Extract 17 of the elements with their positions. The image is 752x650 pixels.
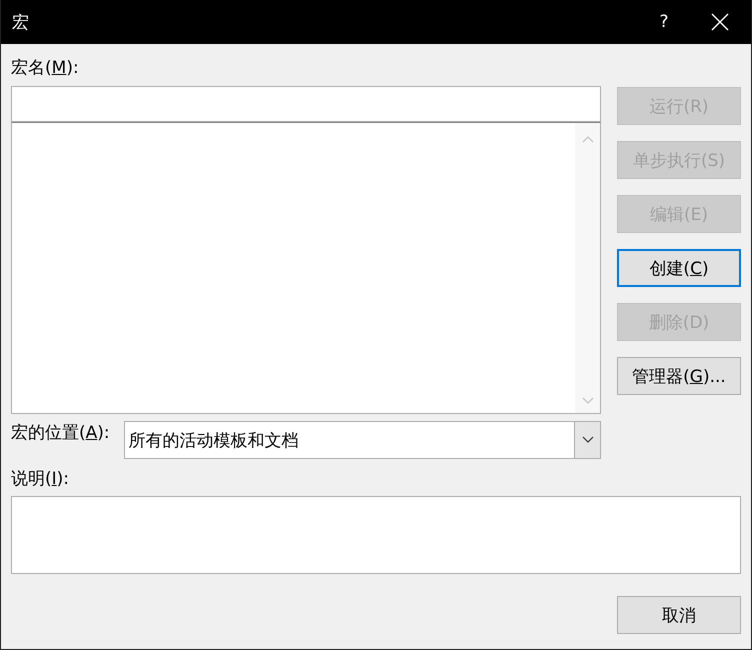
location-label: 宏的位置(A): bbox=[11, 422, 110, 445]
description-label: 说明(I): bbox=[11, 468, 70, 491]
dialog-button[interactable]: 创建(C) bbox=[617, 249, 741, 287]
dialog-button[interactable]: 管理器(G)... bbox=[617, 357, 741, 395]
close-icon bbox=[711, 13, 729, 31]
cancel-button[interactable]: 取消 bbox=[617, 596, 741, 634]
window-title: 宏 bbox=[12, 12, 29, 34]
chevron-down-icon bbox=[582, 436, 594, 444]
macro-name-field[interactable] bbox=[11, 86, 601, 122]
help-button[interactable]: ? bbox=[639, 0, 689, 44]
location-dropdown[interactable]: 所有的活动模板和文档 bbox=[124, 421, 601, 459]
description-field[interactable] bbox=[11, 496, 741, 574]
chevron-up-icon[interactable] bbox=[582, 135, 594, 143]
macro-list[interactable] bbox=[11, 122, 601, 414]
macro-name-label: 宏名(M): bbox=[11, 57, 79, 80]
scrollbar[interactable] bbox=[575, 123, 600, 413]
chevron-down-icon[interactable] bbox=[582, 397, 594, 405]
